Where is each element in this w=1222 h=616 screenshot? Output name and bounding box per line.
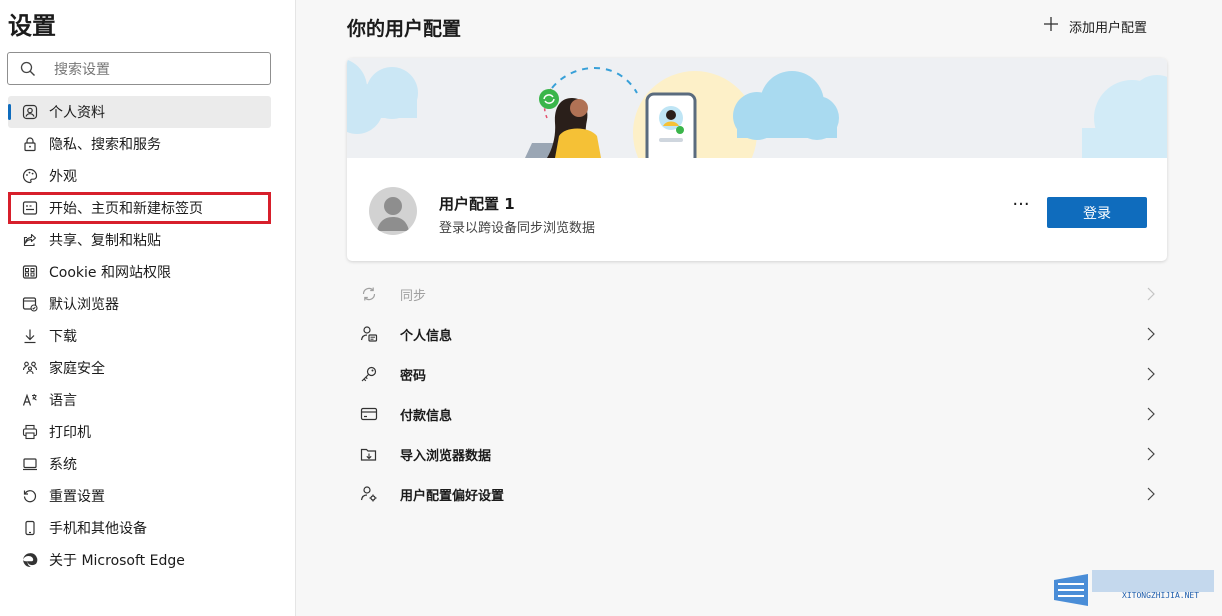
default-browser-icon — [22, 296, 38, 312]
profile-name: 用户配置 1 — [439, 195, 515, 213]
share-icon — [22, 232, 38, 248]
add-profile-button[interactable]: 添加用户配置 — [1043, 14, 1147, 38]
chevron-right-icon — [1147, 367, 1155, 385]
sidebar-item-about-edge[interactable]: 关于 Microsoft Edge — [8, 544, 271, 576]
key-icon — [360, 365, 378, 383]
sidebar-item-languages[interactable]: 语言 — [8, 384, 271, 416]
edge-logo-icon — [22, 552, 38, 568]
page-title: 你的用户配置 — [347, 18, 462, 40]
search-box[interactable] — [7, 52, 271, 85]
sidebar-item-label: 打印机 — [49, 425, 91, 441]
profile-row: 用户配置 1 登录以跨设备同步浏览数据 ··· 登录 — [347, 158, 1167, 261]
search-icon — [20, 61, 35, 76]
profile-card: 用户配置 1 登录以跨设备同步浏览数据 ··· 登录 — [347, 58, 1167, 261]
sidebar-item-downloads[interactable]: 下载 — [8, 320, 271, 352]
sidebar-item-label: 默认浏览器 — [49, 297, 119, 313]
palette-icon — [22, 168, 38, 184]
row-passwords[interactable]: 密码 — [347, 354, 1167, 394]
chevron-right-icon — [1147, 487, 1155, 505]
sidebar-nav: 个人资料 隐私、搜索和服务 外观 开始、主页和新建标签页 共享、复制和粘贴 Co… — [8, 96, 271, 576]
sidebar-item-profile[interactable]: 个人资料 — [8, 96, 271, 128]
sign-in-button[interactable]: 登录 — [1047, 197, 1147, 228]
plus-icon — [1043, 16, 1059, 36]
row-personal-info[interactable]: 个人信息 — [347, 314, 1167, 354]
new-tab-icon — [22, 200, 38, 216]
chevron-right-icon — [1147, 327, 1155, 345]
row-import-browser-data[interactable]: 导入浏览器数据 — [347, 434, 1167, 474]
row-label: 导入浏览器数据 — [400, 448, 492, 464]
reset-icon — [22, 488, 38, 504]
sync-icon — [360, 285, 378, 303]
row-profile-preferences[interactable]: 用户配置偏好设置 — [347, 474, 1167, 514]
profile-description: 登录以跨设备同步浏览数据 — [439, 221, 596, 236]
card-icon — [360, 405, 378, 423]
system-icon — [22, 456, 38, 472]
sidebar-item-share-copy-paste[interactable]: 共享、复制和粘贴 — [8, 224, 271, 256]
settings-sidebar: 设置 个人资料 隐私、搜索和服务 外观 开始、主页和新建标签页 共享、复制和粘贴… — [0, 0, 296, 616]
sidebar-item-label: 共享、复制和粘贴 — [49, 233, 161, 249]
avatar — [369, 187, 417, 235]
sidebar-item-printers[interactable]: 打印机 — [8, 416, 271, 448]
sidebar-item-system[interactable]: 系统 — [8, 448, 271, 480]
sidebar-item-phone-devices[interactable]: 手机和其他设备 — [8, 512, 271, 544]
sidebar-title: 设置 — [8, 12, 56, 40]
sidebar-item-label: 手机和其他设备 — [49, 521, 147, 537]
download-icon — [22, 328, 38, 344]
row-label: 用户配置偏好设置 — [400, 488, 505, 504]
sidebar-item-label: 个人资料 — [49, 105, 105, 121]
search-input[interactable] — [52, 59, 256, 81]
chevron-right-icon — [1147, 407, 1155, 425]
sidebar-item-family-safety[interactable]: 家庭安全 — [8, 352, 271, 384]
add-profile-label: 添加用户配置 — [1069, 20, 1148, 36]
chevron-right-icon — [1147, 287, 1155, 305]
sidebar-item-label: 系统 — [49, 457, 77, 473]
row-sync[interactable]: 同步 — [347, 274, 1167, 314]
sidebar-item-label: 家庭安全 — [49, 361, 105, 377]
site-watermark-logo — [1052, 566, 1218, 610]
sidebar-item-reset[interactable]: 重置设置 — [8, 480, 271, 512]
sidebar-item-label: 重置设置 — [49, 489, 105, 505]
sidebar-item-appearance[interactable]: 外观 — [8, 160, 271, 192]
sidebar-item-cookies[interactable]: Cookie 和网站权限 — [8, 256, 271, 288]
sidebar-item-privacy[interactable]: 隐私、搜索和服务 — [8, 128, 271, 160]
profile-prefs-icon — [360, 485, 378, 503]
lock-icon — [22, 136, 38, 152]
row-label: 同步 — [400, 288, 427, 304]
sidebar-item-label: 外观 — [49, 169, 77, 185]
sidebar-item-label: Cookie 和网站权限 — [49, 265, 171, 281]
family-icon — [22, 360, 38, 376]
row-payment-info[interactable]: 付款信息 — [347, 394, 1167, 434]
row-label: 密码 — [400, 368, 427, 384]
sidebar-item-default-browser[interactable]: 默认浏览器 — [8, 288, 271, 320]
profile-settings-list: 同步 个人信息 密码 付款信息 导入浏览器数据 用户配置偏好设置 — [347, 274, 1167, 514]
phone-icon — [22, 520, 38, 536]
sidebar-item-label: 开始、主页和新建标签页 — [49, 201, 203, 217]
more-options-button[interactable]: ··· — [1011, 196, 1031, 218]
import-icon — [360, 445, 378, 463]
personal-info-icon — [360, 325, 378, 343]
row-label: 付款信息 — [400, 408, 453, 424]
printer-icon — [22, 424, 38, 440]
chevron-right-icon — [1147, 447, 1155, 465]
watermark-text: XITONGZHIJIA.NET — [1122, 591, 1200, 600]
sidebar-item-label: 下载 — [49, 329, 77, 345]
site-permissions-icon — [22, 264, 38, 280]
language-icon — [22, 392, 38, 408]
profile-banner-illustration — [347, 58, 1167, 195]
sidebar-item-label: 隐私、搜索和服务 — [49, 137, 161, 153]
sidebar-item-label: 关于 Microsoft Edge — [49, 553, 185, 569]
row-label: 个人信息 — [400, 328, 453, 344]
sidebar-item-start-home-newtab[interactable]: 开始、主页和新建标签页 — [8, 192, 271, 224]
sidebar-item-label: 语言 — [49, 393, 77, 409]
profile-icon — [22, 104, 38, 120]
